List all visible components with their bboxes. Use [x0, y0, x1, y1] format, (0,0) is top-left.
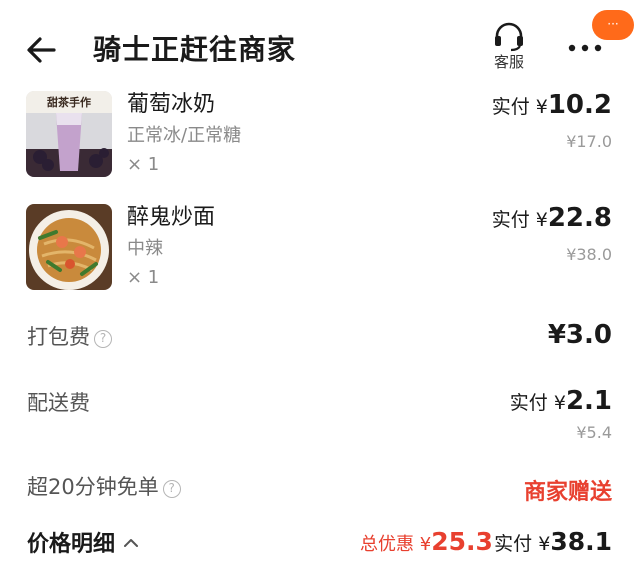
item-spec: 正常冰/正常糖 [127, 125, 242, 146]
packing-fee-value: ¥3.0 [547, 320, 612, 350]
top-bar: 骑士正赶往商家 客服 ··· [0, 0, 638, 90]
item-paid-price: 实付 ¥10.2 [491, 90, 612, 120]
item-original-price: ¥38.0 [566, 245, 612, 264]
item-quantity: × 1 [127, 267, 160, 288]
floating-menu-badge[interactable]: ··· [592, 10, 634, 40]
delivery-fee-label: 配送费 [27, 391, 90, 415]
thumb-caption: 甜茶手作 [47, 95, 91, 109]
milk-tea-image: 甜茶手作 [26, 91, 112, 177]
page-title: 骑士正赶往商家 [93, 33, 297, 66]
order-item: 醉鬼炒面 中辣 × 1 实付 ¥22.8 ¥38.0 [0, 203, 638, 303]
price-detail-toggle[interactable]: 价格明细 [27, 530, 139, 560]
item-quantity: × 1 [127, 154, 160, 175]
total-paid: 实付 ¥38.1 [494, 527, 612, 556]
item-thumbnail [26, 204, 112, 290]
question-circle-icon[interactable]: ? [162, 480, 181, 498]
delivery-fee-paid: 实付 ¥2.1 [509, 386, 612, 416]
question-circle-icon[interactable]: ? [94, 330, 112, 348]
headset-icon [495, 22, 523, 52]
item-paid-price: 实付 ¥22.8 [491, 203, 612, 233]
order-item: 甜茶手作 葡萄冰奶 正常冰/正常糖 × 1 实付 ¥10.2 ¥17.0 [0, 90, 638, 190]
total-discount: 总优惠 ¥25.3 [360, 527, 493, 556]
item-name: 醉鬼炒面 [127, 205, 216, 230]
more-dots-icon [568, 44, 602, 52]
overtime-free-label: 超20分钟免单? [27, 472, 181, 502]
item-thumbnail: 甜茶手作 [26, 91, 112, 177]
chevron-up-icon [124, 539, 139, 547]
item-spec: 中辣 [127, 238, 163, 259]
delivery-fee-original: ¥5.4 [576, 423, 612, 442]
item-original-price: ¥17.0 [566, 132, 612, 151]
back-button[interactable] [24, 30, 64, 70]
fried-noodles-image [26, 204, 112, 290]
item-name: 葡萄冰奶 [127, 92, 216, 117]
customer-service-label: 客服 [493, 53, 524, 71]
arrow-left-icon [27, 37, 56, 63]
packing-fee-label: 打包费? [27, 322, 112, 352]
more-button[interactable] [566, 36, 606, 56]
customer-service-button[interactable]: 客服 [486, 22, 532, 71]
merchant-gift-text: 商家赠送 [523, 480, 612, 505]
